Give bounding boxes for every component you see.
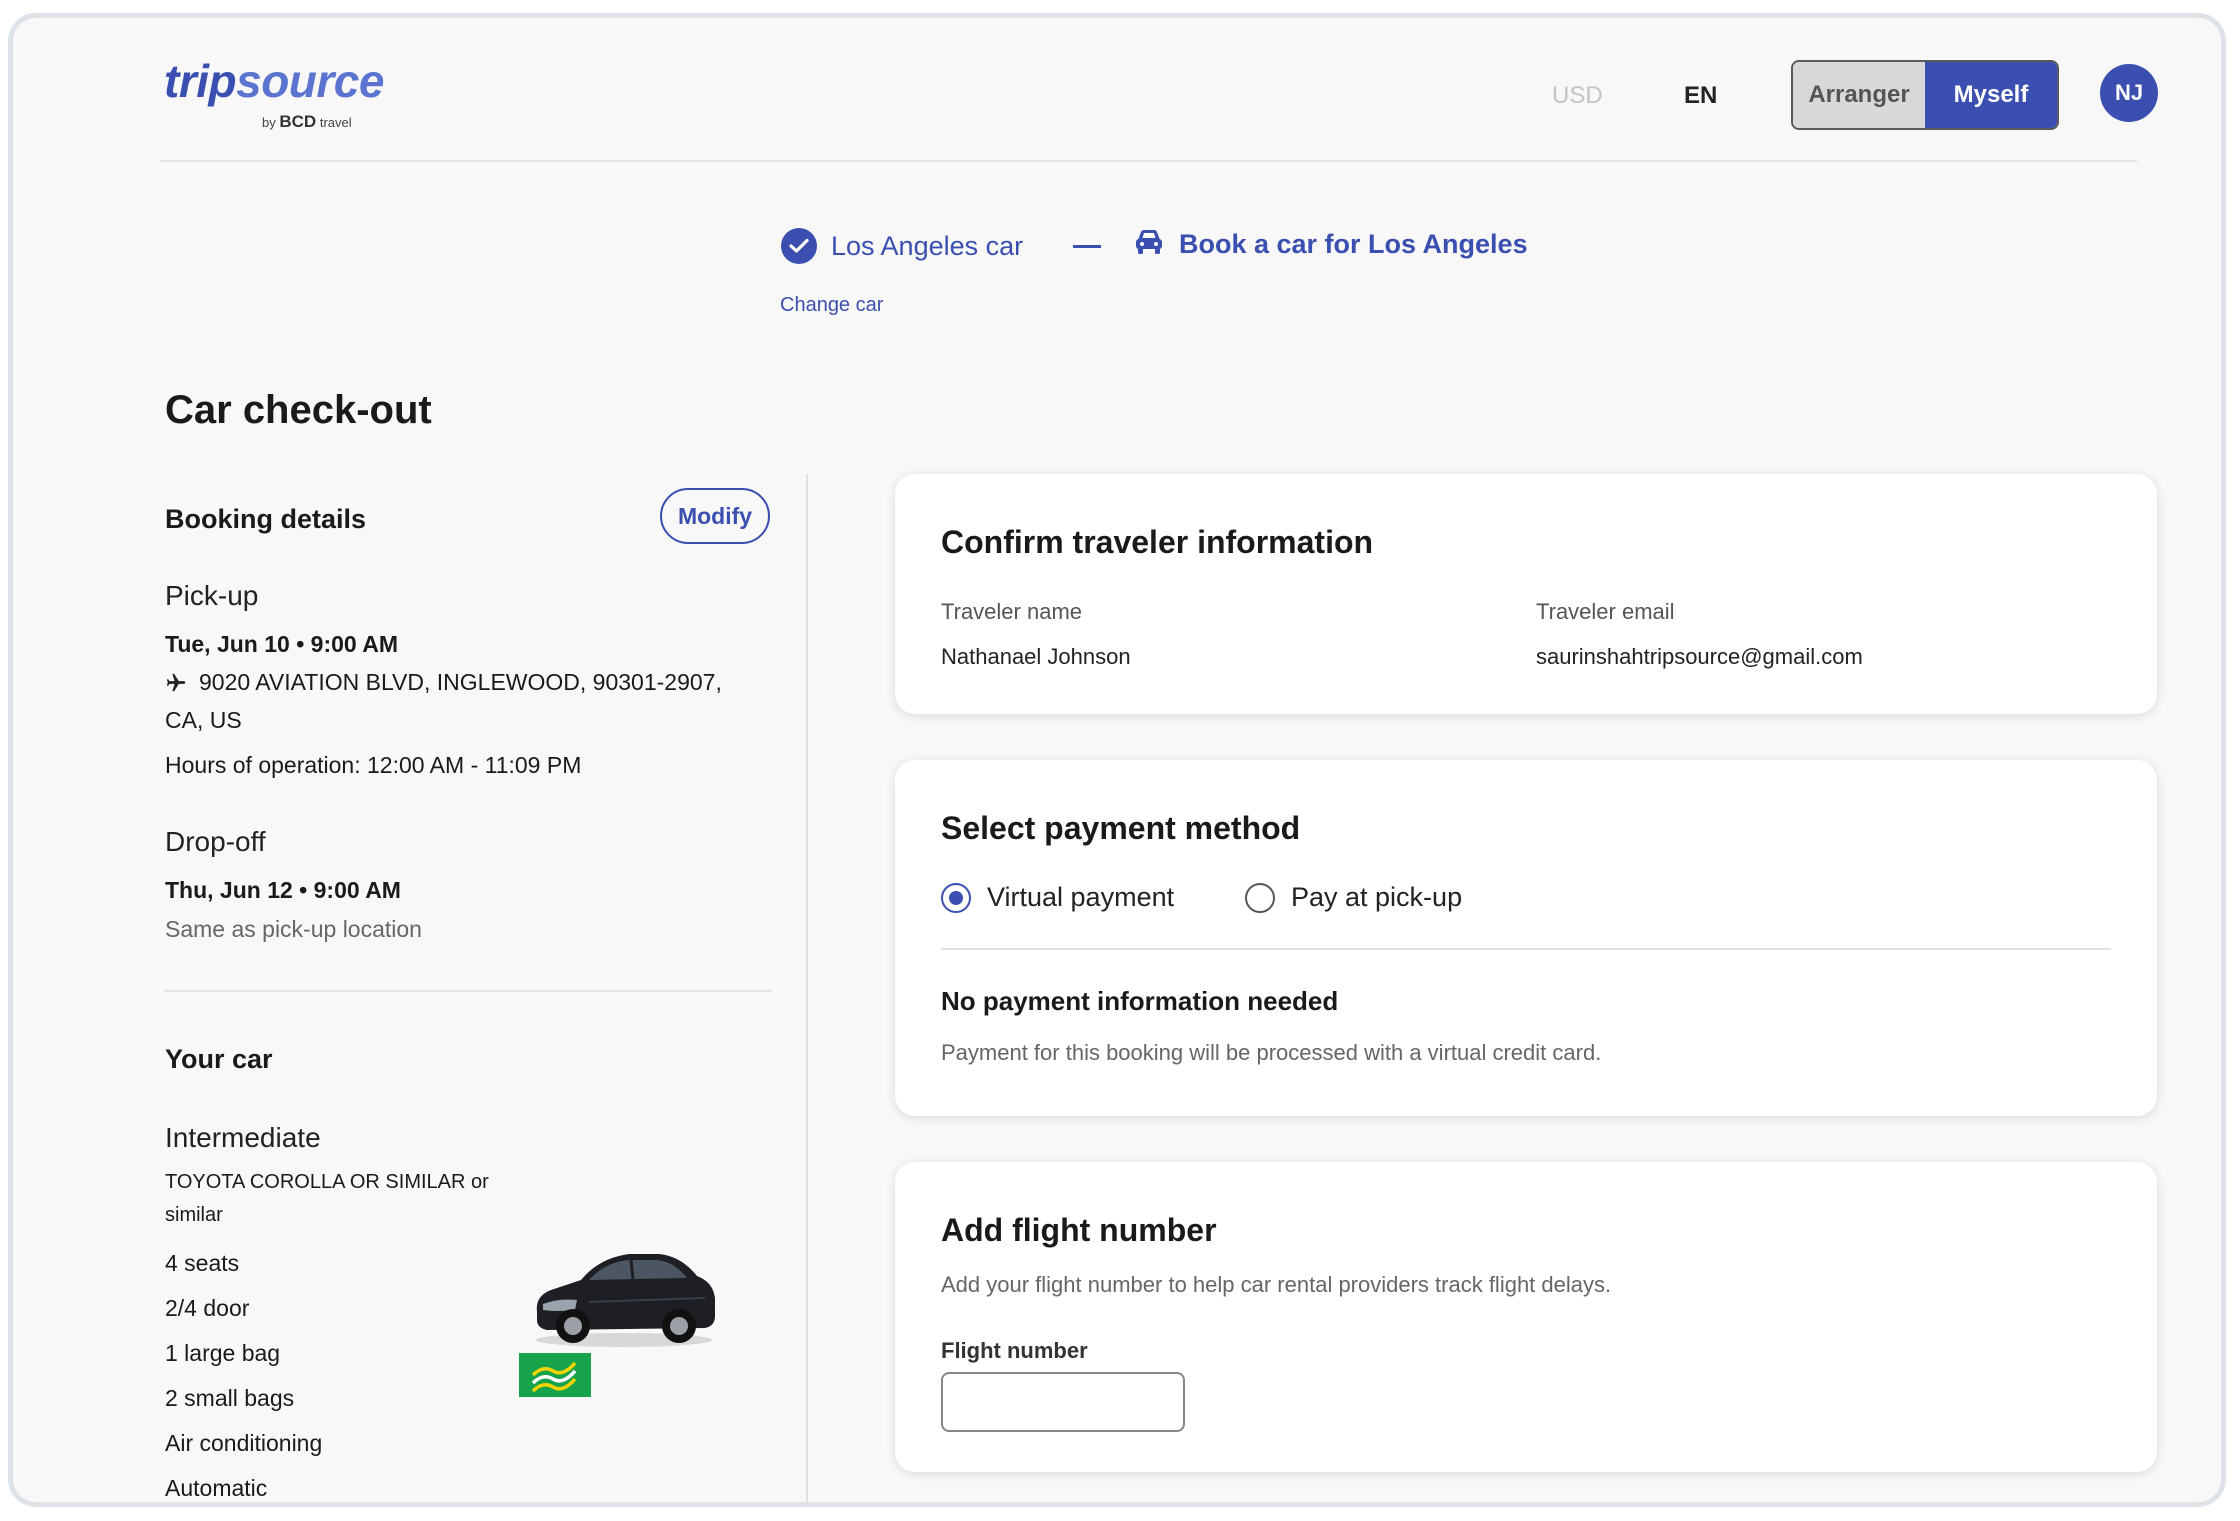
car-model-line1: TOYOTA COROLLA OR SIMILAR or	[165, 1171, 489, 1193]
language-selector[interactable]: EN	[1684, 82, 1717, 110]
car-feature: 1 large bag	[165, 1340, 281, 1366]
dropoff-label: Drop-off	[165, 826, 266, 857]
progress-step-car-label: Los Angeles car	[831, 230, 1024, 261]
currency-selector[interactable]: USD	[1552, 82, 1603, 110]
dropoff-date: Thu, Jun 12 • 9:00 AM	[165, 877, 401, 903]
car-class: Intermediate	[165, 1122, 321, 1153]
progress-step-book: Book a car for Los Angeles	[1133, 228, 1528, 261]
booking-details-title: Booking details	[165, 504, 367, 534]
payment-card-title: Select payment method	[941, 810, 1301, 846]
traveler-name-label: Traveler name	[941, 599, 1083, 624]
pickup-date: Tue, Jun 10 • 9:00 AM	[165, 631, 398, 657]
progress-step-book-label: Book a car for Los Angeles	[1179, 229, 1528, 259]
radio-virtual-label: Virtual payment	[987, 882, 1175, 912]
radio-virtual-payment[interactable]: Virtual payment	[941, 882, 1174, 913]
toggle-arranger-button[interactable]: Arranger	[1793, 62, 1925, 128]
your-car-title: Your car	[165, 1044, 273, 1074]
top-header: tripsource by BCD travel USD EN Arranger…	[160, 48, 2158, 162]
flight-card-title: Add flight number	[941, 1212, 1217, 1248]
pickup-address-line1: 9020 AVIATION BLVD, INGLEWOOD, 90301-290…	[199, 669, 722, 695]
logo-byline-travel: travel	[319, 115, 352, 130]
user-avatar[interactable]: NJ	[2100, 64, 2158, 122]
rental-brand-logo	[519, 1353, 591, 1397]
pickup-address: 9020 AVIATION BLVD, INGLEWOOD, 90301-290…	[165, 669, 722, 696]
car-feature: 2/4 door	[165, 1295, 250, 1321]
section-divider	[165, 990, 771, 992]
pickup-label: Pick-up	[165, 580, 259, 611]
payment-info-title: No payment information needed	[941, 986, 1339, 1016]
logo-wordmark-a: trip	[164, 55, 237, 107]
car-feature: Air conditioning	[165, 1430, 323, 1456]
pickup-address-line2: CA, US	[165, 707, 242, 733]
car-feature: 2 small bags	[165, 1385, 295, 1411]
payment-info-text: Payment for this booking will be process…	[941, 1040, 1602, 1065]
payment-method-card: Select payment method Virtual payment Pa…	[895, 760, 2157, 1116]
car-icon	[1133, 228, 1165, 261]
radio-pickup-label: Pay at pick-up	[1291, 882, 1463, 912]
airplane-icon	[165, 672, 187, 694]
car-feature: 4 seats	[165, 1250, 240, 1276]
hours-of-operation: Hours of operation: 12:00 AM - 11:09 PM	[165, 752, 582, 778]
radio-unselected-icon[interactable]	[1245, 882, 1275, 913]
logo-wordmark-b: source	[236, 55, 384, 107]
tripsource-logo[interactable]: tripsource by BCD travel	[164, 54, 384, 131]
car-image	[529, 1240, 719, 1355]
check-circle-icon	[781, 228, 817, 264]
modify-button[interactable]: Modify	[660, 488, 770, 544]
logo-byline: by BCD travel	[262, 112, 352, 132]
traveler-email-label: Traveler email	[1536, 599, 1675, 624]
app-frame: tripsource by BCD travel USD EN Arranger…	[8, 13, 2226, 1507]
flight-number-card: Add flight number Add your flight number…	[895, 1162, 2157, 1472]
car-model-line2: similar	[165, 1204, 223, 1226]
role-toggle: Arranger Myself	[1791, 60, 2059, 130]
flight-number-input[interactable]	[941, 1372, 1185, 1432]
flight-card-subtitle: Add your flight number to help car renta…	[941, 1272, 1612, 1297]
logo-byline-brand: BCD	[279, 112, 317, 131]
dropoff-location: Same as pick-up location	[165, 916, 422, 942]
traveler-card-title: Confirm traveler information	[941, 524, 1374, 560]
toggle-myself-button[interactable]: Myself	[1925, 62, 2057, 128]
traveler-info-card: Confirm traveler information Traveler na…	[895, 474, 2157, 714]
logo-wordmark: tripsource	[164, 55, 384, 107]
logo-byline-by: by	[262, 115, 276, 130]
traveler-email-value: saurinshahtripsource@gmail.com	[1536, 644, 1863, 669]
flight-number-label: Flight number	[941, 1338, 1088, 1363]
payment-divider	[941, 948, 2111, 950]
change-car-link[interactable]: Change car	[780, 294, 883, 317]
progress-step-car: Los Angeles car	[781, 228, 1023, 264]
car-feature: Automatic	[165, 1475, 268, 1501]
page-title: Car check-out	[165, 388, 432, 432]
radio-pay-at-pickup[interactable]: Pay at pick-up	[1245, 882, 1462, 913]
traveler-name-value: Nathanael Johnson	[941, 644, 1131, 669]
column-divider	[806, 474, 808, 1502]
radio-selected-icon[interactable]	[941, 882, 971, 913]
progress-connector	[1073, 245, 1101, 248]
